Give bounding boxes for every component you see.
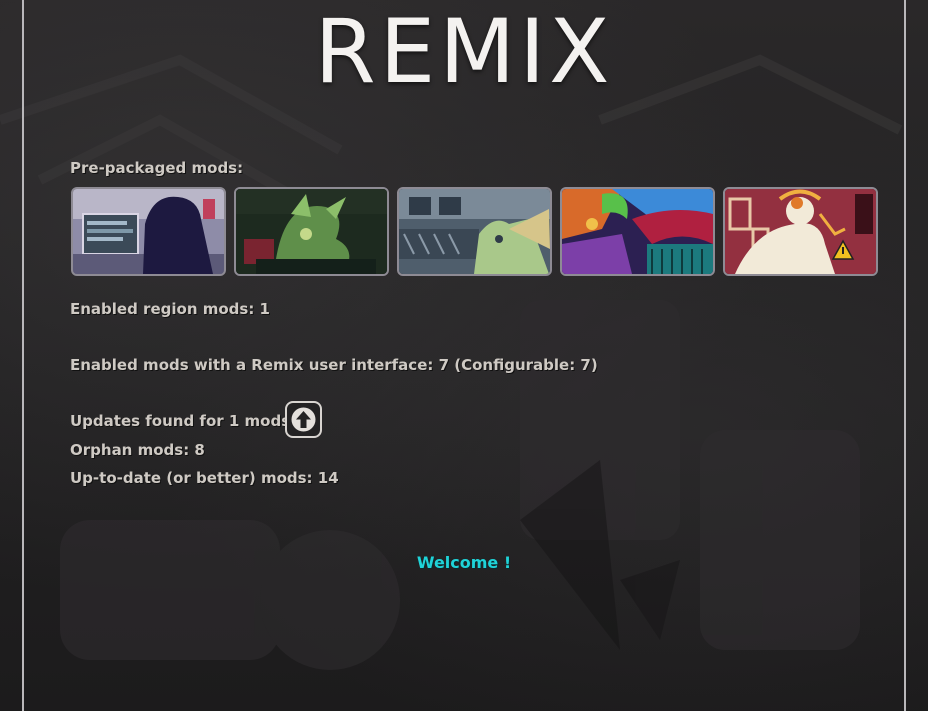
update-mods-button[interactable] [285,401,322,438]
welcome-message: Welcome ! [416,553,512,572]
prepackaged-mods-label: Pre-packaged mods: [70,159,244,177]
up-to-date-mods-count: Up-to-date (or better) mods: 14 [70,469,339,487]
warning-sign-scene-icon [725,189,876,274]
right-frame-border [904,0,906,711]
laptop-silhouette-scene-icon [73,189,224,274]
region-mods-count: Enabled region mods: 1 [70,300,270,318]
orphan-mods-count: Orphan mods: 8 [70,441,205,459]
colorful-chaos-scene-icon [562,189,713,274]
blue-station-scene-icon [399,189,550,274]
page-title: REMIX [314,0,614,103]
arrow-up-icon [291,407,316,432]
mod-thumbnail-3[interactable] [397,187,552,276]
mod-thumbnail-2[interactable] [234,187,389,276]
green-creature-scene-icon [236,189,387,274]
mod-thumbnail-4[interactable] [560,187,715,276]
left-frame-border [22,0,24,711]
mod-thumbnail-5[interactable] [723,187,878,276]
remix-interface-mods-count: Enabled mods with a Remix user interface… [70,356,598,374]
updates-found-text: Updates found for 1 mods [70,412,291,430]
mod-thumbnail-1[interactable] [71,187,226,276]
